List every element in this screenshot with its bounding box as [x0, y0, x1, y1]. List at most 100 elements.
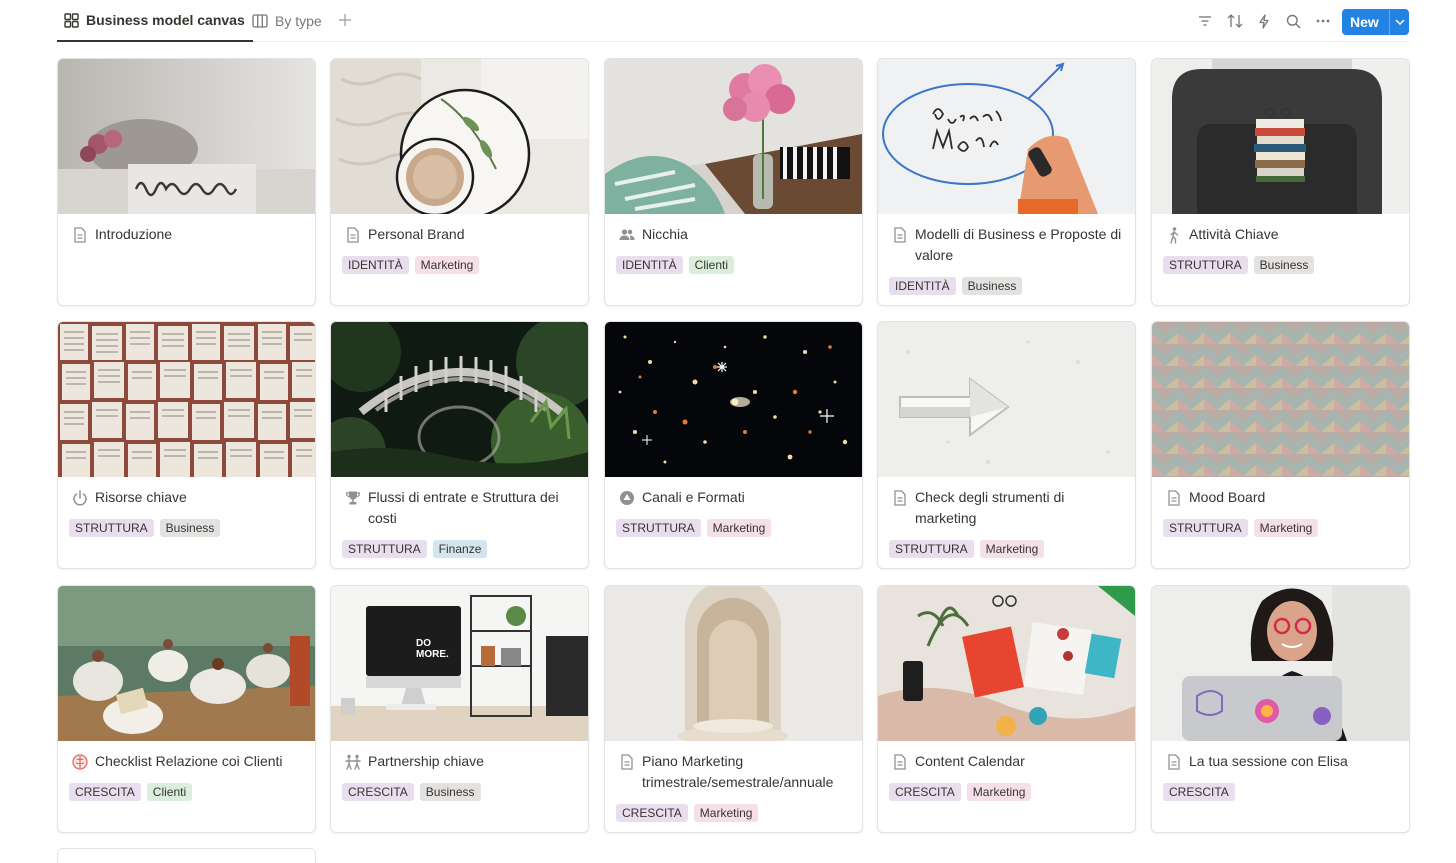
- tag-list: CRESCITA Business: [342, 783, 481, 801]
- card-title: Flussi di entrate e Struttura dei costi: [368, 489, 559, 526]
- walking-person-icon: [1170, 227, 1179, 244]
- tag-list: STRUTTURA Marketing: [889, 540, 1045, 558]
- card-attivita-chiave[interactable]: Attività Chiave STRUTTURA Business: [1151, 58, 1410, 306]
- cover-image-deep-space: [605, 322, 862, 477]
- tag-crescita: CRESCITA: [889, 783, 961, 801]
- tag-list: IDENTITÀ Clienti: [616, 256, 735, 274]
- card-modelli-di-business[interactable]: Modelli di Business e Proposte di valore…: [877, 58, 1136, 306]
- cover-image-portrait-laptop: [1152, 586, 1409, 741]
- shapes-icon: [620, 491, 634, 505]
- card-introduzione[interactable]: Introduzione: [57, 58, 316, 306]
- tag-marketing: Marketing: [979, 540, 1045, 558]
- tag-struttura: STRUTTURA: [342, 540, 427, 558]
- more-icon[interactable]: [1315, 13, 1331, 29]
- tab-business-model-canvas[interactable]: Business model canvas: [57, 0, 253, 42]
- tag-list: STRUTTURA Finanze: [342, 540, 488, 558]
- card-content-calendar[interactable]: Content Calendar CRESCITA Marketing: [877, 585, 1136, 833]
- cover-image-dancers-painting: [58, 586, 315, 741]
- card-title: Content Calendar: [915, 753, 1025, 769]
- tag-identita: IDENTITÀ: [342, 256, 409, 274]
- card-partial-next-row[interactable]: [57, 848, 316, 863]
- tag-clienti: Clienti: [146, 783, 193, 801]
- tag-crescita: CRESCITA: [342, 783, 414, 801]
- chevron-down-icon[interactable]: [1390, 19, 1409, 25]
- card-sessione-con-elisa[interactable]: La tua sessione con Elisa CRESCITA: [1151, 585, 1410, 833]
- new-button[interactable]: New: [1342, 9, 1409, 35]
- tag-business: Business: [961, 277, 1023, 295]
- cover-image-colored-tiles: [1152, 322, 1409, 477]
- card-title: Partnership chiave: [368, 753, 484, 769]
- cover-image-coffee-cup: [331, 59, 588, 214]
- cover-image-desk-imac: DO MORE.: [331, 586, 588, 741]
- page-icon: [621, 754, 633, 770]
- tag-business: Business: [159, 519, 221, 537]
- card-title: Check degli strumenti di marketing: [915, 489, 1065, 526]
- cover-image-stone-bridge: [331, 322, 588, 477]
- gallery-icon: [64, 12, 79, 28]
- page-icon: [1168, 490, 1180, 506]
- tag-identita: IDENTITÀ: [889, 277, 956, 295]
- svg-text:MORE.: MORE.: [416, 649, 449, 660]
- board-icon: [252, 14, 268, 28]
- sort-icon[interactable]: [1227, 13, 1243, 29]
- tag-list: STRUTTURA Marketing: [1163, 519, 1319, 537]
- card-title: La tua sessione con Elisa: [1189, 753, 1348, 769]
- card-title: Piano Marketing trimestrale/semestrale/a…: [642, 753, 834, 790]
- automation-icon[interactable]: [1256, 13, 1272, 29]
- card-title: Modelli di Business e Proposte di valore: [915, 226, 1122, 263]
- cover-image-arch: [605, 586, 862, 741]
- view-tabs-bar: Business model canvas By type New: [57, 0, 1409, 42]
- tag-clienti: Clienti: [688, 256, 735, 274]
- tab-label: By type: [275, 13, 322, 29]
- page-icon: [74, 227, 86, 243]
- tab-label: Business model canvas: [86, 12, 245, 28]
- page-icon: [894, 754, 906, 770]
- tag-crescita: CRESCITA: [69, 783, 141, 801]
- tag-marketing: Marketing: [1253, 519, 1319, 537]
- cover-image-books-on-chair: [1152, 59, 1409, 214]
- page-icon: [1168, 754, 1180, 770]
- card-checklist-relazione[interactable]: Checklist Relazione coi Clienti CRESCITA…: [57, 585, 316, 833]
- card-personal-brand[interactable]: Personal Brand IDENTITÀ Marketing: [330, 58, 589, 306]
- tag-list: CRESCITA Clienti: [69, 783, 193, 801]
- card-flussi-di-entrate[interactable]: Flussi di entrate e Struttura dei costi …: [330, 321, 589, 569]
- card-title: Risorse chiave: [95, 489, 187, 505]
- brain-icon: [72, 754, 88, 770]
- card-check-strumenti-marketing[interactable]: Check degli strumenti di marketing STRUT…: [877, 321, 1136, 569]
- card-canali-e-formati[interactable]: Canali e Formati STRUTTURA Marketing: [604, 321, 863, 569]
- card-piano-marketing[interactable]: Piano Marketing trimestrale/semestrale/a…: [604, 585, 863, 833]
- card-title: Introduzione: [95, 226, 173, 242]
- card-title: Attività Chiave: [1189, 226, 1279, 242]
- tab-by-type[interactable]: By type: [252, 0, 322, 42]
- tag-list: CRESCITA Marketing: [889, 783, 1032, 801]
- tag-marketing: Marketing: [414, 256, 480, 274]
- tag-struttura: STRUTTURA: [1163, 519, 1248, 537]
- card-title: Canali e Formati: [642, 489, 745, 505]
- card-mood-board[interactable]: Mood Board STRUTTURA Marketing: [1151, 321, 1410, 569]
- tag-list: CRESCITA Marketing: [616, 804, 759, 822]
- tag-marketing: Marketing: [966, 783, 1032, 801]
- card-partnership-chiave[interactable]: DO MORE. Partnership chiave CRESCITA Bus…: [330, 585, 589, 833]
- page-icon: [894, 490, 906, 506]
- page-icon: [894, 227, 906, 243]
- tag-crescita: CRESCITA: [1163, 783, 1235, 801]
- svg-text:DO: DO: [416, 638, 431, 649]
- filter-icon[interactable]: [1197, 13, 1213, 29]
- tag-finanze: Finanze: [432, 540, 488, 558]
- cover-image-flatlay-notebook: [878, 586, 1135, 741]
- card-risorse-chiave[interactable]: Risorse chiave STRUTTURA Business: [57, 321, 316, 569]
- card-title: Personal Brand: [368, 226, 465, 242]
- card-title: Mood Board: [1189, 489, 1266, 505]
- card-nicchia[interactable]: Nicchia IDENTITÀ Clienti: [604, 58, 863, 306]
- power-icon: [73, 490, 87, 506]
- search-icon[interactable]: [1285, 13, 1301, 29]
- people-icon: [619, 229, 635, 240]
- tag-list: STRUTTURA Business: [1163, 256, 1315, 274]
- cover-image-welcome-sign: [58, 59, 315, 214]
- tag-struttura: STRUTTURA: [69, 519, 154, 537]
- tag-business: Business: [419, 783, 481, 801]
- tag-list: IDENTITÀ Marketing: [342, 256, 480, 274]
- add-view-icon[interactable]: [337, 12, 353, 28]
- tag-business: Business: [1253, 256, 1315, 274]
- tag-struttura: STRUTTURA: [1163, 256, 1248, 274]
